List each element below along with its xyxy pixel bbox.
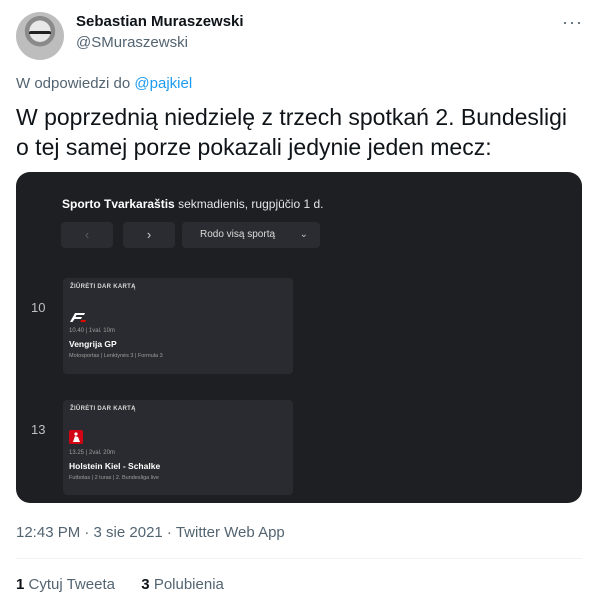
- likes-label: Polubienia: [153, 576, 224, 593]
- event-card: ŽIŪRĖTI DAR KARTĄ 10.40 | 1val. 10m Veng…: [63, 278, 293, 374]
- avatar[interactable]: [16, 12, 64, 60]
- event-title: Holstein Kiel - Schalke: [69, 461, 161, 471]
- quote-tweets-stat[interactable]: 1 Cytuj Tweeta: [16, 576, 119, 593]
- rewatch-tag: ŽIŪRĖTI DAR KARTĄ: [70, 406, 136, 412]
- schedule-header: Sporto Tvarkaraštis sekmadienis, rugpjūč…: [62, 197, 323, 211]
- hour-label: 13: [31, 422, 46, 437]
- quote-tweets-label: Cytuj Tweeta: [28, 576, 115, 593]
- quote-tweets-count: 1: [16, 576, 25, 593]
- tweet-media-image[interactable]: Sporto Tvarkaraštis sekmadienis, rugpjūč…: [16, 172, 582, 503]
- likes-stat[interactable]: 3 Polubienia: [141, 576, 224, 593]
- sport-filter-select: Rodo visą sportą ⌄: [182, 222, 320, 248]
- divider: [16, 558, 582, 559]
- chevron-down-icon: ⌄: [299, 229, 308, 240]
- bundesliga-2-logo: [69, 430, 83, 444]
- schedule-date: sekmadienis, rugpjūčio 1 d.: [178, 197, 324, 211]
- reply-prefix: W odpowiedzi do: [16, 75, 131, 92]
- schedule-brand: Sporto Tvarkaraštis: [62, 197, 175, 211]
- event-card: ŽIŪRĖTI DAR KARTĄ 13.25 | 2val. 20m Hols…: [63, 400, 293, 495]
- reply-mention-link[interactable]: @pajkiel: [134, 75, 192, 92]
- more-icon[interactable]: ···: [562, 12, 583, 33]
- prev-day-button: ‹: [61, 222, 113, 248]
- likes-count: 3: [141, 576, 150, 593]
- event-meta: Motosportas | Lenktynės 3 | Formula 3: [69, 353, 163, 359]
- event-meta: Futbolas | 2 turas | 2. Bundesliga live: [69, 475, 159, 481]
- tweet-timestamp[interactable]: 12:43 PM · 3 sie 2021 · Twitter Web App: [16, 524, 285, 541]
- event-time: 13.25 | 2val. 20m: [69, 450, 115, 456]
- rewatch-tag: ŽIŪRĖTI DAR KARTĄ: [70, 284, 136, 290]
- tweet-stats: 1 Cytuj Tweeta 3 Polubienia: [16, 576, 224, 593]
- reply-context: W odpowiedzi do @pajkiel: [16, 75, 192, 92]
- next-day-button: ›: [123, 222, 175, 248]
- sport-filter-label: Rodo visą sportą: [200, 229, 276, 240]
- formula-3-logo: [70, 313, 86, 322]
- hour-label: 10: [31, 300, 46, 315]
- author-handle[interactable]: @SMuraszewski: [76, 34, 188, 51]
- author-name[interactable]: Sebastian Muraszewski: [76, 13, 244, 30]
- event-time: 10.40 | 1val. 10m: [69, 328, 115, 334]
- event-title: Vengrija GP: [69, 339, 117, 349]
- tweet-text: W poprzednią niedzielę z trzech spotkań …: [16, 104, 568, 160]
